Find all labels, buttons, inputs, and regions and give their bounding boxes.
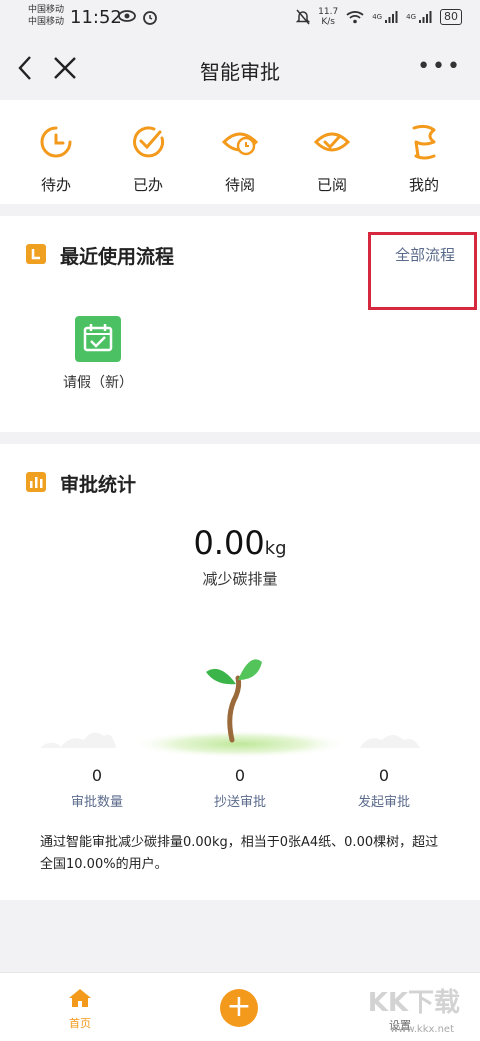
- process-leave[interactable]: 请假（新）: [60, 316, 136, 392]
- recent-processes-section: 最近使用流程 全部流程 请假（新）: [0, 216, 480, 432]
- stat-initiated-approval[interactable]: 0 发起审批: [324, 766, 444, 810]
- signal-1-label: 4G: [372, 13, 383, 21]
- net-speed-value: 11.7: [318, 7, 339, 17]
- watermark-logo: KK下载: [367, 988, 460, 1018]
- battery-icon: 80: [440, 9, 462, 25]
- stat-label: 发起审批: [357, 795, 410, 810]
- carbon-label: 减少碳排量: [202, 570, 278, 588]
- stat-value: 0: [91, 766, 103, 785]
- sprout-illustration: [40, 659, 420, 758]
- home-icon: [69, 989, 91, 1007]
- carbon-unit: kg: [264, 538, 287, 559]
- quick-action-label: 待阅: [224, 176, 255, 194]
- quick-action-read[interactable]: 已阅: [292, 122, 372, 195]
- stats-section-icon: [26, 472, 46, 492]
- quick-action-label: 我的: [408, 176, 439, 194]
- stat-value: 0: [378, 766, 390, 785]
- eye-check-icon: [313, 132, 351, 152]
- stat-approval-count[interactable]: 0 审批数量: [37, 766, 157, 810]
- net-speed: 11.7 K/s: [318, 7, 338, 27]
- nav-bar: 智能审批 •••: [0, 36, 480, 100]
- quick-actions: 待办 已办 待阅 已阅 我的: [0, 100, 480, 204]
- stats-section-title: 审批统计: [60, 474, 137, 496]
- quick-action-label: 待办: [40, 176, 71, 194]
- net-speed-unit: K/s: [321, 17, 335, 27]
- status-left-icons: [118, 9, 158, 25]
- quick-action-done[interactable]: 已办: [108, 122, 188, 195]
- watermark-url: www.kkx.net: [390, 1024, 454, 1035]
- recent-section-title: 最近使用流程: [60, 246, 175, 268]
- signal-2-label: 4G: [406, 13, 416, 21]
- tab-home[interactable]: 首页: [40, 987, 120, 1031]
- recent-section-icon: [26, 244, 46, 264]
- carbon-summary-text: 通过智能审批减少碳排量0.00kg，相当于0张A4纸、0.00棵树，超过全国10…: [40, 835, 439, 872]
- stats-section: 审批统计 0.00kg 减少碳排量 0 审批数量 0 抄送审批 0 发起审批 通…: [0, 444, 480, 900]
- carbon-number: 0.00: [193, 524, 265, 562]
- status-right-icons: 11.7 K/s 4G 4G 80: [296, 7, 462, 27]
- signal-1-icon: [385, 11, 398, 23]
- clock-icon: [40, 126, 72, 158]
- carrier-info: 中国移动 中国移动: [28, 4, 64, 28]
- mute-bell-icon: [296, 9, 311, 25]
- status-time: 11:52: [70, 7, 122, 28]
- process-label: 请假（新）: [63, 375, 133, 391]
- quick-action-label: 已办: [132, 176, 163, 194]
- status-bar: 中国移动 中国移动 11:52 11.7 K/s 4G 4G 80: [0, 0, 480, 36]
- flag-icon: [412, 124, 436, 160]
- bar-chart-icon: [30, 477, 43, 488]
- more-icon[interactable]: •••: [417, 54, 462, 79]
- highlight-box: [368, 232, 477, 310]
- stat-cc-approval[interactable]: 0 抄送审批: [180, 766, 300, 810]
- stat-value: 0: [234, 766, 246, 785]
- tab-home-label: 首页: [69, 1017, 91, 1030]
- quick-action-to-read[interactable]: 待阅: [200, 122, 280, 195]
- add-button[interactable]: +: [220, 989, 258, 1027]
- wifi-icon: [346, 11, 364, 24]
- alarm-icon: [143, 11, 157, 25]
- stat-label: 审批数量: [70, 795, 123, 810]
- stat-label: 抄送审批: [213, 795, 266, 810]
- eye-icon: [118, 10, 136, 22]
- carrier-1: 中国移动: [28, 5, 65, 15]
- check-circle-icon: [133, 126, 165, 158]
- carbon-value: 0.00kg: [0, 524, 480, 562]
- quick-action-label: 已阅: [316, 176, 347, 194]
- carrier-2: 中国移动: [28, 17, 65, 27]
- eye-clock-icon: [221, 132, 259, 156]
- l-shape-icon: [31, 249, 40, 260]
- signal-2-icon: [419, 11, 432, 23]
- quick-action-mine[interactable]: 我的: [384, 122, 464, 195]
- calendar-check-icon: [75, 316, 121, 362]
- page-title: 智能审批: [200, 60, 280, 84]
- quick-action-todo[interactable]: 待办: [16, 122, 96, 195]
